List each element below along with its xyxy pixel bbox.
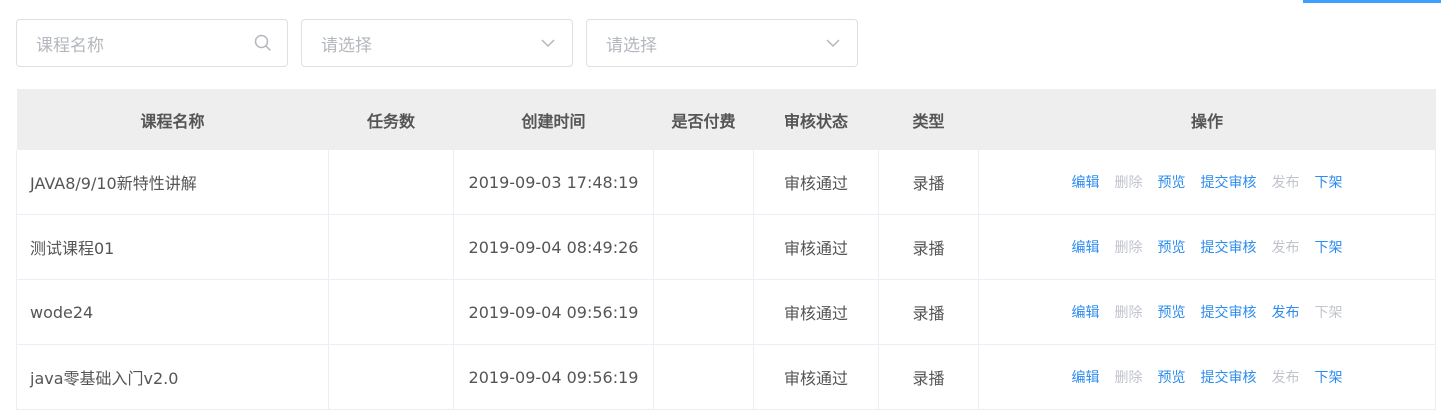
filter-select-2[interactable]: 请选择 bbox=[586, 19, 858, 67]
active-tab-indicator bbox=[1303, 0, 1441, 3]
publish-link[interactable]: 发布 bbox=[1272, 302, 1300, 322]
task-count-cell bbox=[328, 214, 454, 280]
course-name-search-input[interactable]: 课程名称 bbox=[16, 19, 288, 67]
submit-review-link[interactable]: 提交审核 bbox=[1201, 172, 1257, 192]
chevron-down-icon bbox=[538, 33, 558, 53]
table-row: wode24 2019-09-04 09:56:19 审核通过 录播 编辑 删除 预览 提交审… bbox=[16, 279, 1436, 345]
course-name-placeholder: 课程名称 bbox=[36, 35, 104, 56]
preview-link[interactable]: 预览 bbox=[1158, 172, 1186, 192]
unpublish-link[interactable]: 下架 bbox=[1315, 172, 1343, 192]
paid-cell bbox=[653, 150, 754, 215]
course-name-cell: 测试课程01 bbox=[16, 214, 329, 280]
select-2-placeholder: 请选择 bbox=[606, 35, 657, 56]
publish-link: 发布 bbox=[1271, 370, 1300, 386]
column-header-paid: 是否付费 bbox=[653, 89, 754, 150]
created-time-cell: 2019-09-04 09:56:19 bbox=[453, 279, 654, 345]
edit-link[interactable]: 编辑 bbox=[1072, 237, 1100, 257]
actions-cell: 编辑 删除 预览 提交审核 发布 下架 bbox=[978, 150, 1436, 215]
type-cell: 录播 bbox=[878, 279, 979, 345]
submit-review-link[interactable]: 提交审核 bbox=[1201, 302, 1257, 322]
table-row: JAVA8/9/10新特性讲解 2019-09-03 17:48:19 审核通过 录播… bbox=[16, 150, 1436, 215]
delete-link: 删除 bbox=[1114, 175, 1143, 191]
created-time-cell: 2019-09-04 08:49:26 bbox=[453, 214, 654, 280]
table-row: 测试课程01 2019-09-04 08:49:26 审核通过 录播 编辑 删除 预览 提交审… bbox=[16, 214, 1436, 280]
delete-link: 删除 bbox=[1114, 305, 1143, 321]
review-status-cell: 审核通过 bbox=[753, 344, 879, 410]
task-count-cell bbox=[328, 150, 454, 215]
unpublish-link[interactable]: 下架 bbox=[1315, 367, 1343, 387]
edit-link[interactable]: 编辑 bbox=[1072, 172, 1100, 192]
actions-cell: 编辑 删除 预览 提交审核 发布 下架 bbox=[978, 279, 1436, 345]
table-row: java零基础入门v2.0 2019-09-04 09:56:19 审核通过 录播 编辑… bbox=[16, 344, 1436, 410]
actions-cell: 编辑 删除 预览 提交审核 发布 下架 bbox=[978, 344, 1436, 410]
type-cell: 录播 bbox=[878, 344, 979, 410]
unpublish-link: 下架 bbox=[1314, 305, 1343, 321]
select-1-placeholder: 请选择 bbox=[321, 35, 372, 56]
task-count-cell bbox=[328, 279, 454, 345]
delete-link: 删除 bbox=[1114, 370, 1143, 386]
row-actions: 编辑 删除 预览 提交审核 发布 下架 bbox=[1072, 237, 1343, 257]
preview-link[interactable]: 预览 bbox=[1158, 367, 1186, 387]
submit-review-link[interactable]: 提交审核 bbox=[1201, 367, 1257, 387]
review-status-cell: 审核通过 bbox=[753, 279, 879, 345]
review-status-cell: 审核通过 bbox=[753, 214, 879, 280]
actions-cell: 编辑 删除 预览 提交审核 发布 下架 bbox=[978, 214, 1436, 280]
column-header-actions: 操作 bbox=[978, 89, 1436, 150]
paid-cell bbox=[653, 344, 754, 410]
column-header-created-time: 创建时间 bbox=[453, 89, 654, 150]
paid-cell bbox=[653, 279, 754, 345]
column-header-review-status: 审核状态 bbox=[753, 89, 879, 150]
column-header-task-count: 任务数 bbox=[328, 89, 454, 150]
filter-select-1[interactable]: 请选择 bbox=[301, 19, 573, 67]
paid-cell bbox=[653, 214, 754, 280]
type-cell: 录播 bbox=[878, 214, 979, 280]
created-time-cell: 2019-09-04 09:56:19 bbox=[453, 344, 654, 410]
chevron-down-icon bbox=[823, 33, 843, 53]
table-header-row: 课程名称 任务数 创建时间 是否付费 审核状态 类型 操作 bbox=[16, 89, 1436, 150]
course-name-cell: wode24 bbox=[16, 279, 329, 345]
created-time-cell: 2019-09-03 17:48:19 bbox=[453, 150, 654, 215]
course-name-cell: JAVA8/9/10新特性讲解 bbox=[16, 150, 329, 215]
publish-link: 发布 bbox=[1271, 240, 1300, 256]
course-name-cell: java零基础入门v2.0 bbox=[16, 344, 329, 410]
unpublish-link[interactable]: 下架 bbox=[1315, 237, 1343, 257]
review-status-cell: 审核通过 bbox=[753, 150, 879, 215]
edit-link[interactable]: 编辑 bbox=[1072, 367, 1100, 387]
preview-link[interactable]: 预览 bbox=[1158, 302, 1186, 322]
type-cell: 录播 bbox=[878, 150, 979, 215]
delete-link: 删除 bbox=[1114, 240, 1143, 256]
course-table: 课程名称 任务数 创建时间 是否付费 审核状态 类型 操作 JAVA8/9/10… bbox=[16, 89, 1436, 410]
row-actions: 编辑 删除 预览 提交审核 发布 下架 bbox=[1072, 302, 1343, 322]
row-actions: 编辑 删除 预览 提交审核 发布 下架 bbox=[1072, 367, 1343, 387]
row-actions: 编辑 删除 预览 提交审核 发布 下架 bbox=[1072, 172, 1343, 192]
search-icon[interactable] bbox=[253, 33, 273, 53]
edit-link[interactable]: 编辑 bbox=[1072, 302, 1100, 322]
filter-bar: 课程名称 请选择 请选择 bbox=[16, 19, 858, 67]
task-count-cell bbox=[328, 344, 454, 410]
preview-link[interactable]: 预览 bbox=[1158, 237, 1186, 257]
column-header-type: 类型 bbox=[878, 89, 979, 150]
column-header-course-name: 课程名称 bbox=[16, 89, 329, 150]
publish-link: 发布 bbox=[1271, 175, 1300, 191]
submit-review-link[interactable]: 提交审核 bbox=[1201, 237, 1257, 257]
